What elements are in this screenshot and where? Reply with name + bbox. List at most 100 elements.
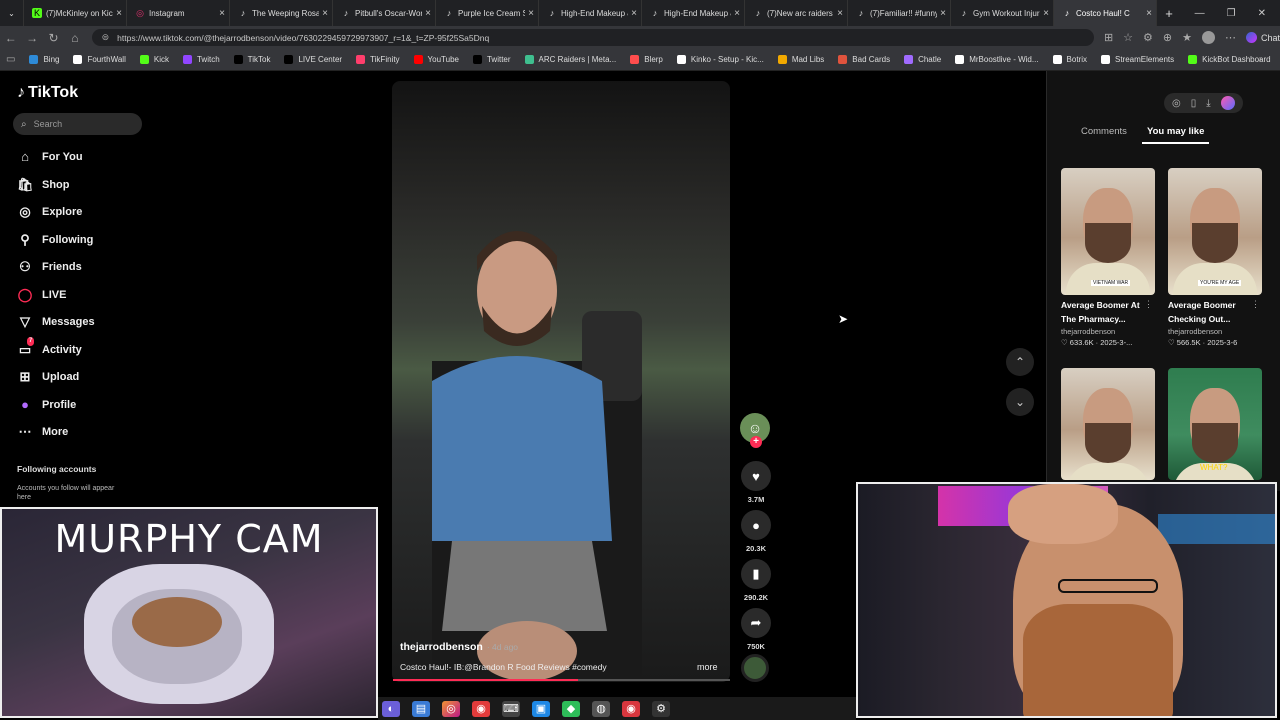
extension-icon[interactable]: ⊕ xyxy=(1163,31,1172,44)
browser-tab[interactable]: K (7)McKinley on Kick × xyxy=(24,0,127,26)
app-icon-4[interactable]: ◉ xyxy=(472,700,490,717)
video-thumbnail[interactable]: YOU'RE MY AGE xyxy=(1168,168,1262,295)
video-progress-bar[interactable] xyxy=(393,679,730,681)
obs-icon[interactable]: ◍ xyxy=(592,700,610,717)
sidebar-item-profile[interactable]: ● Profile xyxy=(17,397,76,412)
tab-comments[interactable]: Comments xyxy=(1081,126,1127,137)
video-player[interactable] xyxy=(392,81,730,682)
tab-you-may-like[interactable]: You may like xyxy=(1147,126,1204,137)
coins-icon[interactable]: ◎ xyxy=(1172,98,1181,109)
bookmark-item[interactable]: ARC Raiders | Meta... xyxy=(524,55,616,64)
card-menu-icon[interactable]: ⋮ xyxy=(1251,299,1260,310)
site-info-icon[interactable]: ⊜ xyxy=(102,32,110,43)
tab-overview-button[interactable]: ⌄ xyxy=(0,0,24,26)
bookmark-item[interactable]: Mad Libs xyxy=(777,55,824,64)
sidebar-item-live[interactable]: ◯ LIVE xyxy=(17,287,67,303)
reload-icon[interactable]: ↻ xyxy=(43,31,64,45)
bookmark-item[interactable]: Kick xyxy=(139,55,169,64)
app-icon-9[interactable]: ◉ xyxy=(622,700,640,717)
bookmark-star-icon[interactable]: ☆ xyxy=(1123,31,1133,44)
bookmark-item[interactable]: Twitch xyxy=(182,55,220,64)
follow-plus-button[interactable]: + xyxy=(750,436,762,448)
maximize-icon[interactable]: ❐ xyxy=(1227,8,1236,19)
bookmark-item[interactable]: LIVE Center xyxy=(284,55,342,64)
tab-close-icon[interactable]: × xyxy=(219,8,225,19)
install-app-icon[interactable]: ⊞ xyxy=(1104,31,1113,44)
video-thumbnail[interactable]: WHAT? xyxy=(1168,368,1262,480)
card-username[interactable]: thejarrodbenson xyxy=(1061,327,1155,336)
app-icon-1[interactable]: ◐ xyxy=(382,700,400,717)
device-icon[interactable]: ▯ xyxy=(1191,98,1197,109)
tab-close-icon[interactable]: × xyxy=(837,8,843,19)
app-icon-6[interactable]: ▣ xyxy=(532,700,550,717)
browser-tab[interactable]: ♪ Gym Workout Injur × xyxy=(951,0,1054,26)
recommended-video-card[interactable]: YOU'RE MY AGE Average Boomer Checking Out… xyxy=(1168,168,1262,347)
tab-close-icon[interactable]: × xyxy=(1146,8,1152,19)
minimize-icon[interactable]: — xyxy=(1195,8,1205,19)
close-window-icon[interactable]: ✕ xyxy=(1258,8,1266,19)
like-button[interactable]: ♥ 3.7M xyxy=(738,461,774,504)
tiktok-logo[interactable]: ♪ TikTok xyxy=(17,84,78,102)
app-icon-2[interactable]: ▤ xyxy=(412,700,430,717)
browser-tab[interactable]: ♪ (7)Familiar!! #funny × xyxy=(848,0,951,26)
recommended-video-card[interactable]: VIETNAM WAR Average Boomer At The Pharmac… xyxy=(1061,168,1155,347)
tab-close-icon[interactable]: × xyxy=(734,8,740,19)
back-icon[interactable]: ← xyxy=(0,31,21,45)
terminal-icon[interactable]: ⌨ xyxy=(502,700,520,717)
browser-tab[interactable]: ♪ Purple Ice Cream Sc × xyxy=(436,0,539,26)
video-username[interactable]: thejarrodbenson xyxy=(400,641,483,653)
new-tab-button[interactable]: + xyxy=(1157,0,1181,26)
sidebar-item-upload[interactable]: ⊞ Upload xyxy=(17,369,80,385)
tab-close-icon[interactable]: × xyxy=(425,8,431,19)
sound-disc-icon[interactable] xyxy=(741,654,769,682)
card-title[interactable]: Average Boomer At The Pharmacy... xyxy=(1061,298,1155,326)
sidebar-item-following[interactable]: ⚲ Following xyxy=(17,232,93,248)
previous-video-button[interactable]: ⌃ xyxy=(1006,348,1034,376)
card-username[interactable]: thejarrodbenson xyxy=(1168,327,1262,336)
comment-button[interactable]: ● 20.3K xyxy=(738,510,774,553)
forward-icon[interactable]: → xyxy=(21,31,42,45)
search-input[interactable]: ⌕ Search xyxy=(13,113,142,135)
sidebar-item-for-you[interactable]: ⌂ For You xyxy=(17,149,82,164)
bookmark-item[interactable]: TikFinity xyxy=(356,55,400,64)
tab-close-icon[interactable]: × xyxy=(631,8,637,19)
share-button[interactable]: ➦ 750K xyxy=(738,608,774,651)
app-icon-7[interactable]: ◆ xyxy=(562,700,580,717)
next-video-button[interactable]: ⌄ xyxy=(1006,388,1034,416)
chat-button[interactable]: Chat xyxy=(1246,32,1280,43)
extensions-icon[interactable]: ⚙ xyxy=(1143,31,1153,44)
show-all-bookmarks-icon[interactable]: ▭ xyxy=(6,54,15,65)
bookmark-item[interactable]: StreamElements xyxy=(1101,55,1174,64)
bookmark-item[interactable]: Blerp xyxy=(630,55,663,64)
url-input[interactable]: ⊜ https://www.tiktok.com/@thejarrodbenso… xyxy=(91,29,1094,46)
save-button[interactable]: ▮ 290.2K xyxy=(738,559,774,602)
user-avatar[interactable] xyxy=(1220,96,1235,110)
browser-tab[interactable]: ♪ The Weeping Rosar × xyxy=(230,0,333,26)
video-thumbnail[interactable]: VIETNAM WAR xyxy=(1061,168,1155,295)
sidebar-item-explore[interactable]: ◎ Explore xyxy=(17,204,82,220)
browser-tab[interactable]: ♪ (7)New arc raiders g × xyxy=(745,0,848,26)
instagram-app-icon[interactable]: ◎ xyxy=(442,700,460,717)
browser-tab[interactable]: ♪ High-End Makeup & × xyxy=(642,0,745,26)
menu-dots-icon[interactable]: ⋯ xyxy=(1225,31,1236,44)
card-menu-icon[interactable]: ⋮ xyxy=(1144,299,1153,310)
video-thumbnail[interactable] xyxy=(1061,368,1155,480)
download-icon[interactable]: ⤓ xyxy=(1206,98,1210,109)
sidebar-item-more[interactable]: ⋯ More xyxy=(17,424,69,440)
tab-close-icon[interactable]: × xyxy=(322,8,328,19)
tab-close-icon[interactable]: × xyxy=(116,8,122,19)
caption-more-link[interactable]: more xyxy=(697,662,718,672)
tab-close-icon[interactable]: × xyxy=(1043,8,1049,19)
bookmark-item[interactable]: TikTok xyxy=(233,55,270,64)
recommended-video-card[interactable]: WHAT? xyxy=(1168,368,1262,480)
browser-tab[interactable]: ♪ Costco Haul! C × xyxy=(1054,0,1157,26)
video-author[interactable]: thejarrodbenson · 4d ago xyxy=(400,641,518,653)
sidebar-item-friends[interactable]: ⚇ Friends xyxy=(17,259,82,275)
bookmarks-overflow-icon[interactable]: › xyxy=(1259,54,1262,65)
recommended-video-card[interactable] xyxy=(1061,368,1155,480)
tab-close-icon[interactable]: × xyxy=(528,8,534,19)
bookmark-item[interactable]: FourthWall xyxy=(73,55,126,64)
sidebar-item-messages[interactable]: ▽ Messages xyxy=(17,314,95,330)
settings-gear-icon[interactable]: ⚙ xyxy=(652,700,670,717)
bookmark-item[interactable]: Bing xyxy=(29,55,59,64)
